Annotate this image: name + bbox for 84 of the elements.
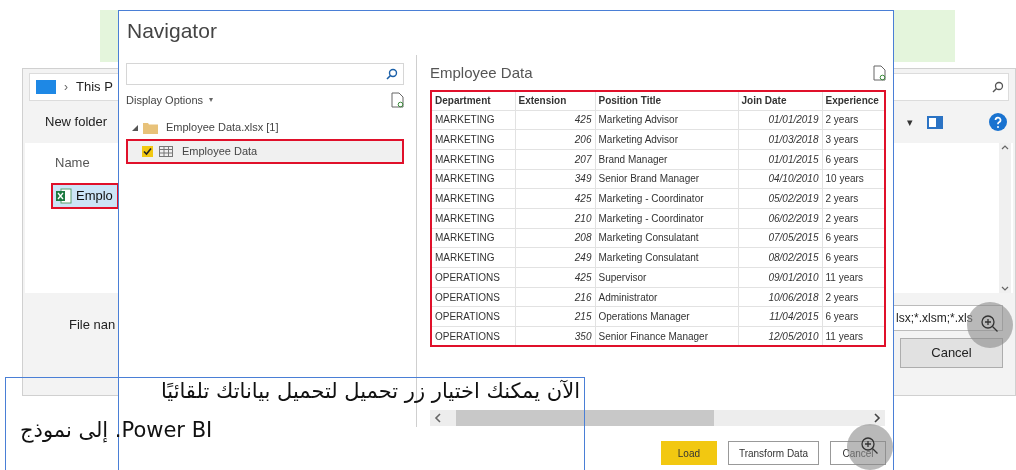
table-cell: 07/05/2015 bbox=[738, 228, 822, 248]
table-cell: 04/10/2010 bbox=[738, 169, 822, 189]
table-cell: OPERATIONS bbox=[431, 267, 515, 288]
table-cell: Marketing Consulatant bbox=[595, 228, 738, 248]
expand-arrow-icon[interactable] bbox=[132, 124, 138, 131]
scroll-left-icon[interactable] bbox=[434, 413, 441, 423]
scroll-up-icon[interactable] bbox=[1001, 145, 1009, 150]
caret-icon[interactable]: ▾ bbox=[209, 94, 214, 107]
horizontal-scrollbar[interactable] bbox=[430, 410, 885, 426]
breadcrumb-item[interactable]: This P bbox=[76, 77, 113, 97]
refresh-document-icon[interactable] bbox=[873, 65, 886, 81]
cancel-button[interactable]: Cancel bbox=[900, 338, 1003, 368]
tree-item[interactable]: Employee Data.xlsx [1] bbox=[166, 119, 279, 136]
table-cell: MARKETING bbox=[431, 129, 515, 150]
file-item[interactable]: Emplo bbox=[51, 182, 119, 209]
table-cell: Brand Manager bbox=[595, 149, 738, 170]
table-cell: 349 bbox=[515, 169, 595, 189]
table-cell: 01/01/2015 bbox=[738, 149, 822, 170]
display-options-menu[interactable]: Display Options bbox=[126, 92, 204, 109]
file-type-dropdown[interactable]: lsx;*.xlsm;*.xls bbox=[893, 305, 1003, 331]
table-cell: Marketing - Coordinator bbox=[595, 208, 738, 229]
caption-text: الآن يمكنك اختيار زر تحميل لتحميل بياناتك تلقائيًا bbox=[159, 378, 580, 405]
table-cell: 249 bbox=[515, 247, 595, 268]
breadcrumb-separator: › bbox=[64, 79, 68, 96]
table-cell: 01/03/2018 bbox=[738, 129, 822, 150]
table-cell: Administrator bbox=[595, 287, 738, 307]
file-name-label: File nan bbox=[68, 316, 116, 334]
table-cell: 08/02/2015 bbox=[738, 247, 822, 268]
table-cell: Marketing Consulatant bbox=[595, 247, 738, 268]
table-cell: MARKETING bbox=[431, 169, 515, 189]
search-icon bbox=[386, 68, 398, 80]
table-cell: 206 bbox=[515, 129, 595, 150]
column-header[interactable]: Position Title bbox=[595, 91, 738, 110]
table-cell: Operations Manager bbox=[595, 306, 738, 327]
table-cell: Senior Brand Manager bbox=[595, 169, 738, 189]
table-cell: 06/02/2019 bbox=[738, 208, 822, 229]
preview-title: Employee Data bbox=[430, 62, 533, 83]
table-cell: 425 bbox=[515, 188, 595, 209]
table-cell: MARKETING bbox=[431, 110, 515, 130]
table-cell: 208 bbox=[515, 228, 595, 248]
table-cell: MARKETING bbox=[431, 247, 515, 268]
table-cell: MARKETING bbox=[431, 188, 515, 209]
help-icon[interactable] bbox=[989, 113, 1007, 131]
table-cell: Marketing Advisor bbox=[595, 110, 738, 130]
table-cell: 425 bbox=[515, 110, 595, 130]
table-cell: Marketing Advisor bbox=[595, 129, 738, 150]
window-title: Navigator bbox=[126, 18, 218, 44]
table-cell: Marketing - Coordinator bbox=[595, 188, 738, 209]
table-icon bbox=[159, 145, 173, 157]
scroll-right-icon[interactable] bbox=[874, 413, 881, 423]
checkbox[interactable] bbox=[142, 145, 153, 157]
table-cell: 210 bbox=[515, 208, 595, 229]
new-folder-button[interactable]: New folder bbox=[23, 112, 108, 132]
view-options-caret[interactable]: ▾ bbox=[907, 113, 913, 131]
column-header[interactable]: Join Date bbox=[738, 91, 822, 110]
scroll-down-icon[interactable] bbox=[1001, 286, 1009, 291]
table-cell: 425 bbox=[515, 267, 595, 288]
table-cell: 09/01/2010 bbox=[738, 267, 822, 288]
table-cell: Supervisor bbox=[595, 267, 738, 288]
tree-item[interactable]: Employee Data bbox=[126, 138, 404, 164]
table-cell: MARKETING bbox=[431, 228, 515, 248]
table-cell: 11/04/2015 bbox=[738, 306, 822, 327]
table-cell: OPERATIONS bbox=[431, 306, 515, 327]
table-cell: 01/01/2019 bbox=[738, 110, 822, 130]
scrollbar-thumb[interactable] bbox=[456, 410, 714, 426]
table-cell: 215 bbox=[515, 306, 595, 327]
table-cell: 207 bbox=[515, 149, 595, 170]
search-field[interactable] bbox=[126, 63, 404, 85]
preview-pane-icon[interactable] bbox=[927, 115, 943, 129]
dialog-button[interactable]: Transform Data bbox=[727, 441, 819, 465]
column-header[interactable]: Department bbox=[431, 91, 515, 110]
column-header[interactable]: Extension bbox=[515, 91, 595, 110]
table-cell: 216 bbox=[515, 287, 595, 307]
folder-icon bbox=[143, 121, 158, 134]
table-cell: 05/02/2019 bbox=[738, 188, 822, 209]
search-icon[interactable] bbox=[992, 81, 1004, 93]
table-cell: OPERATIONS bbox=[431, 287, 515, 307]
dialog-button[interactable]: Load bbox=[660, 441, 717, 465]
table-cell: MARKETING bbox=[431, 149, 515, 170]
table-cell: MARKETING bbox=[431, 208, 515, 229]
table-cell: 10/06/2018 bbox=[738, 287, 822, 307]
monitor-icon bbox=[36, 80, 56, 94]
spreadsheet-file-icon bbox=[56, 187, 72, 204]
refresh-document-icon[interactable] bbox=[391, 92, 404, 109]
